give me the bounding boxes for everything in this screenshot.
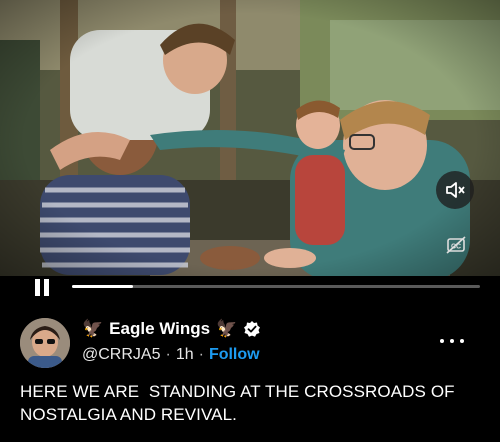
pause-button[interactable]: [33, 279, 51, 297]
author-avatar[interactable]: [20, 318, 70, 368]
captions-off-icon: CC: [446, 236, 466, 254]
post-text-line-2: NOSTALGIA AND REVIVAL.: [20, 405, 237, 424]
emoji-eagle-left: 🦅: [82, 319, 104, 338]
author-handle-row: @CRRJA5 · 1h · Follow: [82, 344, 260, 366]
video-player[interactable]: CC: [0, 0, 500, 282]
pause-icon: [35, 279, 40, 296]
progress-track[interactable]: [72, 285, 480, 288]
separator-dot: ·: [165, 346, 171, 363]
post-text-line-1: HERE WE ARE STANDING AT THE CROSSROADS O…: [20, 382, 455, 401]
more-options-icon[interactable]: [440, 334, 464, 348]
emoji-eagle-right: 🦅: [216, 319, 238, 338]
sound-toggle-button[interactable]: [436, 171, 474, 209]
post-text: HERE WE ARE STANDING AT THE CROSSROADS O…: [20, 380, 480, 426]
video-controls-overlay: CC: [0, 0, 500, 282]
captions-button[interactable]: CC: [446, 236, 466, 254]
avatar-image: [20, 318, 70, 368]
author-name-row: 🦅 Eagle Wings 🦅: [82, 318, 261, 340]
progress-fill: [72, 285, 134, 288]
author-display-name[interactable]: Eagle Wings: [109, 319, 210, 339]
follow-button[interactable]: Follow: [209, 346, 260, 364]
separator-dot-2: ·: [198, 346, 204, 363]
author-handle[interactable]: @CRRJA5: [82, 346, 160, 364]
verified-badge-icon: [244, 321, 261, 337]
post-time[interactable]: 1h: [176, 346, 194, 364]
speaker-muted-icon: [446, 182, 465, 198]
